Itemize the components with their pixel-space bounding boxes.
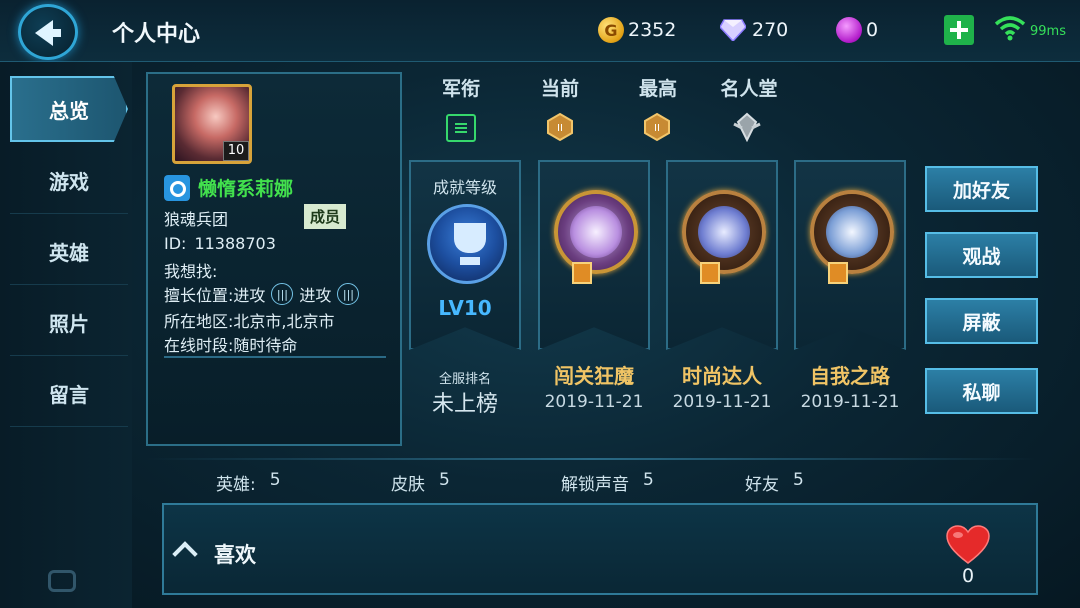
sidebar: 总览 游戏 英雄 照片 留言	[0, 62, 132, 608]
rank-header-hall-of-fame: 名人堂	[720, 78, 778, 100]
ping-readout: 99ms	[1030, 24, 1066, 39]
private-chat-button[interactable]: 私聊	[925, 368, 1038, 414]
diamond-icon	[720, 19, 746, 41]
attack-position-icon: |||	[271, 283, 294, 305]
diamond-amount: 270	[752, 19, 789, 41]
stat-heroes-label: 英雄:	[216, 475, 256, 495]
gold-coin-icon: G	[598, 17, 624, 43]
achievement-date-3: 2019-11-21	[800, 392, 900, 412]
guild-name[interactable]: 狼魂兵团	[164, 206, 228, 230]
position-value-1: 进攻	[233, 286, 266, 305]
back-button[interactable]	[18, 4, 78, 60]
diamond-currency: 270	[720, 16, 788, 44]
online-time-value: 随时待命	[233, 336, 298, 355]
sidebar-item-overview[interactable]: 总览	[10, 76, 128, 142]
achievement-name-3: 自我之路	[810, 364, 890, 388]
svg-text:II: II	[557, 123, 563, 134]
id-label: ID:	[164, 234, 187, 253]
rank-header-current: 当前	[540, 78, 579, 100]
achievement-date-2: 2019-11-21	[672, 392, 772, 412]
region-value: 北京市,北京市	[233, 312, 335, 331]
block-button[interactable]: 屏蔽	[925, 298, 1038, 344]
stat-friends: 好友 5	[745, 470, 804, 495]
achievement-banner-1[interactable]	[538, 160, 650, 350]
looking-for-label: 我想找:	[164, 262, 218, 281]
sidebar-item-games[interactable]: 游戏	[10, 148, 128, 214]
likes-panel: 喜欢 0	[162, 503, 1038, 595]
hall-of-fame-icon[interactable]	[732, 112, 762, 142]
recharge-plus-button[interactable]	[944, 15, 974, 45]
gold-currency: G 2352	[598, 16, 676, 44]
achievement-name-2: 时尚达人	[682, 364, 762, 388]
stat-skins: 皮肤 5	[391, 470, 450, 495]
gem-currency: 0	[836, 16, 878, 44]
female-gender-icon	[164, 174, 190, 201]
rank-header-junxian: 军衔	[441, 78, 480, 100]
guild-role-badge: 成员	[304, 204, 347, 229]
like-heart-button[interactable]	[946, 525, 990, 565]
card-divider	[164, 356, 386, 358]
achievement-name-1: 闯关狂魔	[554, 364, 634, 388]
sidebar-item-heroes[interactable]: 英雄	[10, 219, 128, 285]
avatar[interactable]: 10	[172, 84, 252, 164]
svg-text:II: II	[654, 123, 660, 134]
avatar-level-badge: 10	[223, 141, 249, 161]
stat-skins-value: 5	[439, 470, 450, 490]
sidebar-item-messages[interactable]: 留言	[10, 361, 128, 427]
attack-position-icon: |||	[337, 283, 360, 305]
current-rank-icon[interactable]: II	[545, 112, 575, 142]
add-friend-button[interactable]: 加好友	[925, 166, 1038, 212]
achievement-level-title: 成就等级	[432, 178, 497, 197]
stat-heroes-value: 5	[269, 470, 281, 490]
position-value-2: 进攻	[299, 286, 332, 305]
rank-header-highest: 最高	[638, 78, 677, 100]
position-label: 擅长位置:	[164, 286, 234, 305]
like-count: 0	[961, 565, 975, 587]
server-rank-label: 全服排名	[438, 372, 491, 387]
achievement-level-banner[interactable]: 成就等级 LV10	[409, 160, 521, 350]
player-card: 10 懒惰系莉娜 狼魂兵团 成员 ID: 11388703 我想找: 擅长位置:…	[146, 72, 402, 446]
achievement-date-1: 2019-11-21	[544, 392, 644, 412]
sidebar-item-photos[interactable]: 照片	[10, 290, 128, 356]
highest-rank-icon[interactable]: II	[642, 112, 672, 142]
chevron-up-icon[interactable]	[172, 541, 198, 567]
player-name: 懒惰系莉娜	[198, 178, 294, 200]
stats-divider	[146, 458, 1036, 460]
stat-friends-value: 5	[793, 470, 804, 490]
spectate-button[interactable]: 观战	[925, 232, 1038, 278]
military-rank-icon[interactable]	[446, 114, 476, 142]
id-value: 11388703	[194, 234, 276, 253]
gem-icon	[836, 17, 862, 43]
stat-friends-label: 好友	[745, 475, 779, 495]
achievement-medal-icon	[682, 190, 766, 274]
achievement-level-value: LV10	[438, 296, 492, 320]
online-time-label: 在线时段:	[164, 336, 234, 355]
region-label: 所在地区:	[164, 312, 234, 331]
trophy-icon	[427, 204, 507, 284]
stat-skins-label: 皮肤	[391, 475, 425, 495]
gold-amount: 2352	[628, 19, 677, 41]
stat-voices-value: 5	[643, 470, 654, 490]
game-logo-icon	[48, 570, 76, 592]
gem-amount: 0	[866, 19, 879, 41]
stat-voices: 解锁声音 5	[561, 470, 654, 495]
achievement-banner-3[interactable]	[794, 160, 906, 350]
top-bar: 个人中心 G 2352 270 0 99ms	[0, 0, 1080, 62]
wifi-icon	[994, 16, 1026, 41]
page-title: 个人中心	[112, 22, 201, 47]
stat-heroes: 英雄: 5	[216, 470, 281, 495]
achievement-medal-icon	[554, 190, 638, 274]
achievement-medal-icon	[810, 190, 894, 274]
achievement-banner-2[interactable]	[666, 160, 778, 350]
likes-label: 喜欢	[214, 543, 256, 567]
server-rank-value: 未上榜	[431, 392, 498, 417]
stat-voices-label: 解锁声音	[561, 475, 629, 495]
